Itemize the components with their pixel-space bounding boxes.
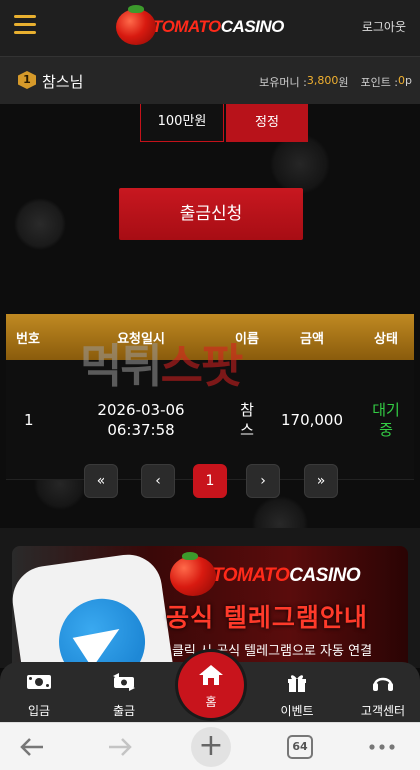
nav-event-label: 이벤트: [280, 704, 314, 718]
header-no: 번호: [16, 331, 40, 347]
table-row: 1 2026-03-06 06:37:58 참 스 170,000 대기 중: [6, 360, 414, 480]
point-label: 포인트 :: [360, 76, 399, 89]
nav-support[interactable]: 고객센터: [348, 662, 418, 722]
top-header: TOMATOCASINO 로그아웃: [0, 0, 420, 56]
tomato-icon: [116, 5, 156, 45]
header-name: 이름: [235, 331, 259, 347]
banner-section: TOMATOCASINO 공식 텔레그램안내 클릭 시 공식 텔레그램으로 자동…: [0, 528, 420, 674]
amount-reset-button[interactable]: 정정: [226, 104, 308, 142]
user-info-bar: 1 참스님 보유머니 : 3,800 원 포인트 : 0 p: [0, 56, 420, 104]
cell-no: 1: [24, 410, 34, 429]
level-badge-icon: 1: [18, 71, 36, 89]
cell-status-line1: 대기: [372, 400, 400, 419]
balance-info: 보유머니 : 3,800 원 포인트 : 0 p: [259, 74, 412, 90]
home-icon: [199, 665, 223, 685]
forward-arrow-icon[interactable]: [98, 723, 142, 770]
back-arrow-icon[interactable]: [10, 723, 54, 770]
nav-withdraw[interactable]: 출금: [89, 662, 159, 722]
header-status: 상태: [374, 331, 398, 347]
page-next-button[interactable]: ›: [246, 464, 280, 498]
banner-logo-casino: CASINO: [289, 565, 361, 586]
gift-icon: [288, 675, 306, 692]
menu-icon[interactable]: [14, 15, 36, 34]
header-date: 요청일시: [117, 331, 165, 347]
point-unit: p: [405, 74, 412, 87]
nav-home-button[interactable]: 홈: [178, 652, 244, 718]
nav-home-label: 홈: [205, 695, 217, 709]
cell-status: 대기 중: [358, 400, 414, 440]
cell-name-line2: 스: [240, 420, 254, 439]
banner-title: 공식 텔레그램안내: [166, 603, 368, 632]
cell-name: 참 스: [228, 400, 266, 440]
cell-amount: 170,000: [280, 410, 344, 429]
new-tab-plus-icon[interactable]: +: [189, 723, 233, 770]
browser-toolbar: + 64: [0, 722, 420, 770]
page-last-button[interactable]: »: [304, 464, 338, 498]
cell-date-time: 06:37:58: [107, 420, 175, 439]
table-header: 번호 요청일시 이름 금액 상태: [6, 314, 414, 360]
cell-status-line2: 중: [379, 420, 393, 439]
logo-text-tomato: TOMATO: [152, 17, 221, 36]
logo-text-casino: CASINO: [220, 17, 285, 36]
more-menu-icon[interactable]: [360, 723, 404, 770]
header-amount: 금액: [300, 331, 324, 347]
page-current-button[interactable]: 1: [193, 464, 227, 498]
logout-link[interactable]: 로그아웃: [362, 18, 406, 35]
headset-icon: [373, 677, 393, 691]
banner-logo-tomato: TOMATO: [212, 565, 290, 586]
amount-1m-button[interactable]: 100만원: [140, 104, 224, 142]
tomato-icon: [170, 552, 216, 596]
page-first-button[interactable]: «: [84, 464, 118, 498]
banner-logo: TOMATOCASINO: [170, 552, 361, 596]
withdraw-history-table: 번호 요청일시 이름 금액 상태 1 2026-03-06 06:37:58 참…: [6, 314, 414, 480]
nav-withdraw-label: 출금: [112, 704, 136, 718]
nav-event[interactable]: 이벤트: [262, 662, 332, 722]
balance-value: 3,800: [306, 74, 339, 87]
cell-date: 2026-03-06 06:37:58: [54, 400, 228, 440]
point-value: 0: [398, 74, 406, 87]
nav-deposit[interactable]: 입금: [4, 662, 74, 722]
cell-date-day: 2026-03-06: [97, 400, 185, 419]
cash-icon: [27, 675, 51, 689]
username: 참스님: [42, 73, 84, 91]
balance-unit: 원: [338, 76, 349, 89]
page-prev-button[interactable]: ‹: [141, 464, 175, 498]
nav-support-label: 고객센터: [360, 704, 406, 718]
withdraw-request-button[interactable]: 출금신청: [119, 188, 303, 240]
balance-label: 보유머니 :: [259, 76, 307, 89]
tabs-count: 64: [287, 735, 313, 759]
cell-name-line1: 참: [240, 400, 254, 419]
site-logo[interactable]: TOMATOCASINO: [116, 5, 285, 47]
pagination: « ‹ 1 › »: [84, 464, 338, 498]
tabs-count-button[interactable]: 64: [278, 723, 322, 770]
cash-exchange-icon: [113, 673, 135, 691]
nav-deposit-label: 입금: [27, 704, 51, 718]
